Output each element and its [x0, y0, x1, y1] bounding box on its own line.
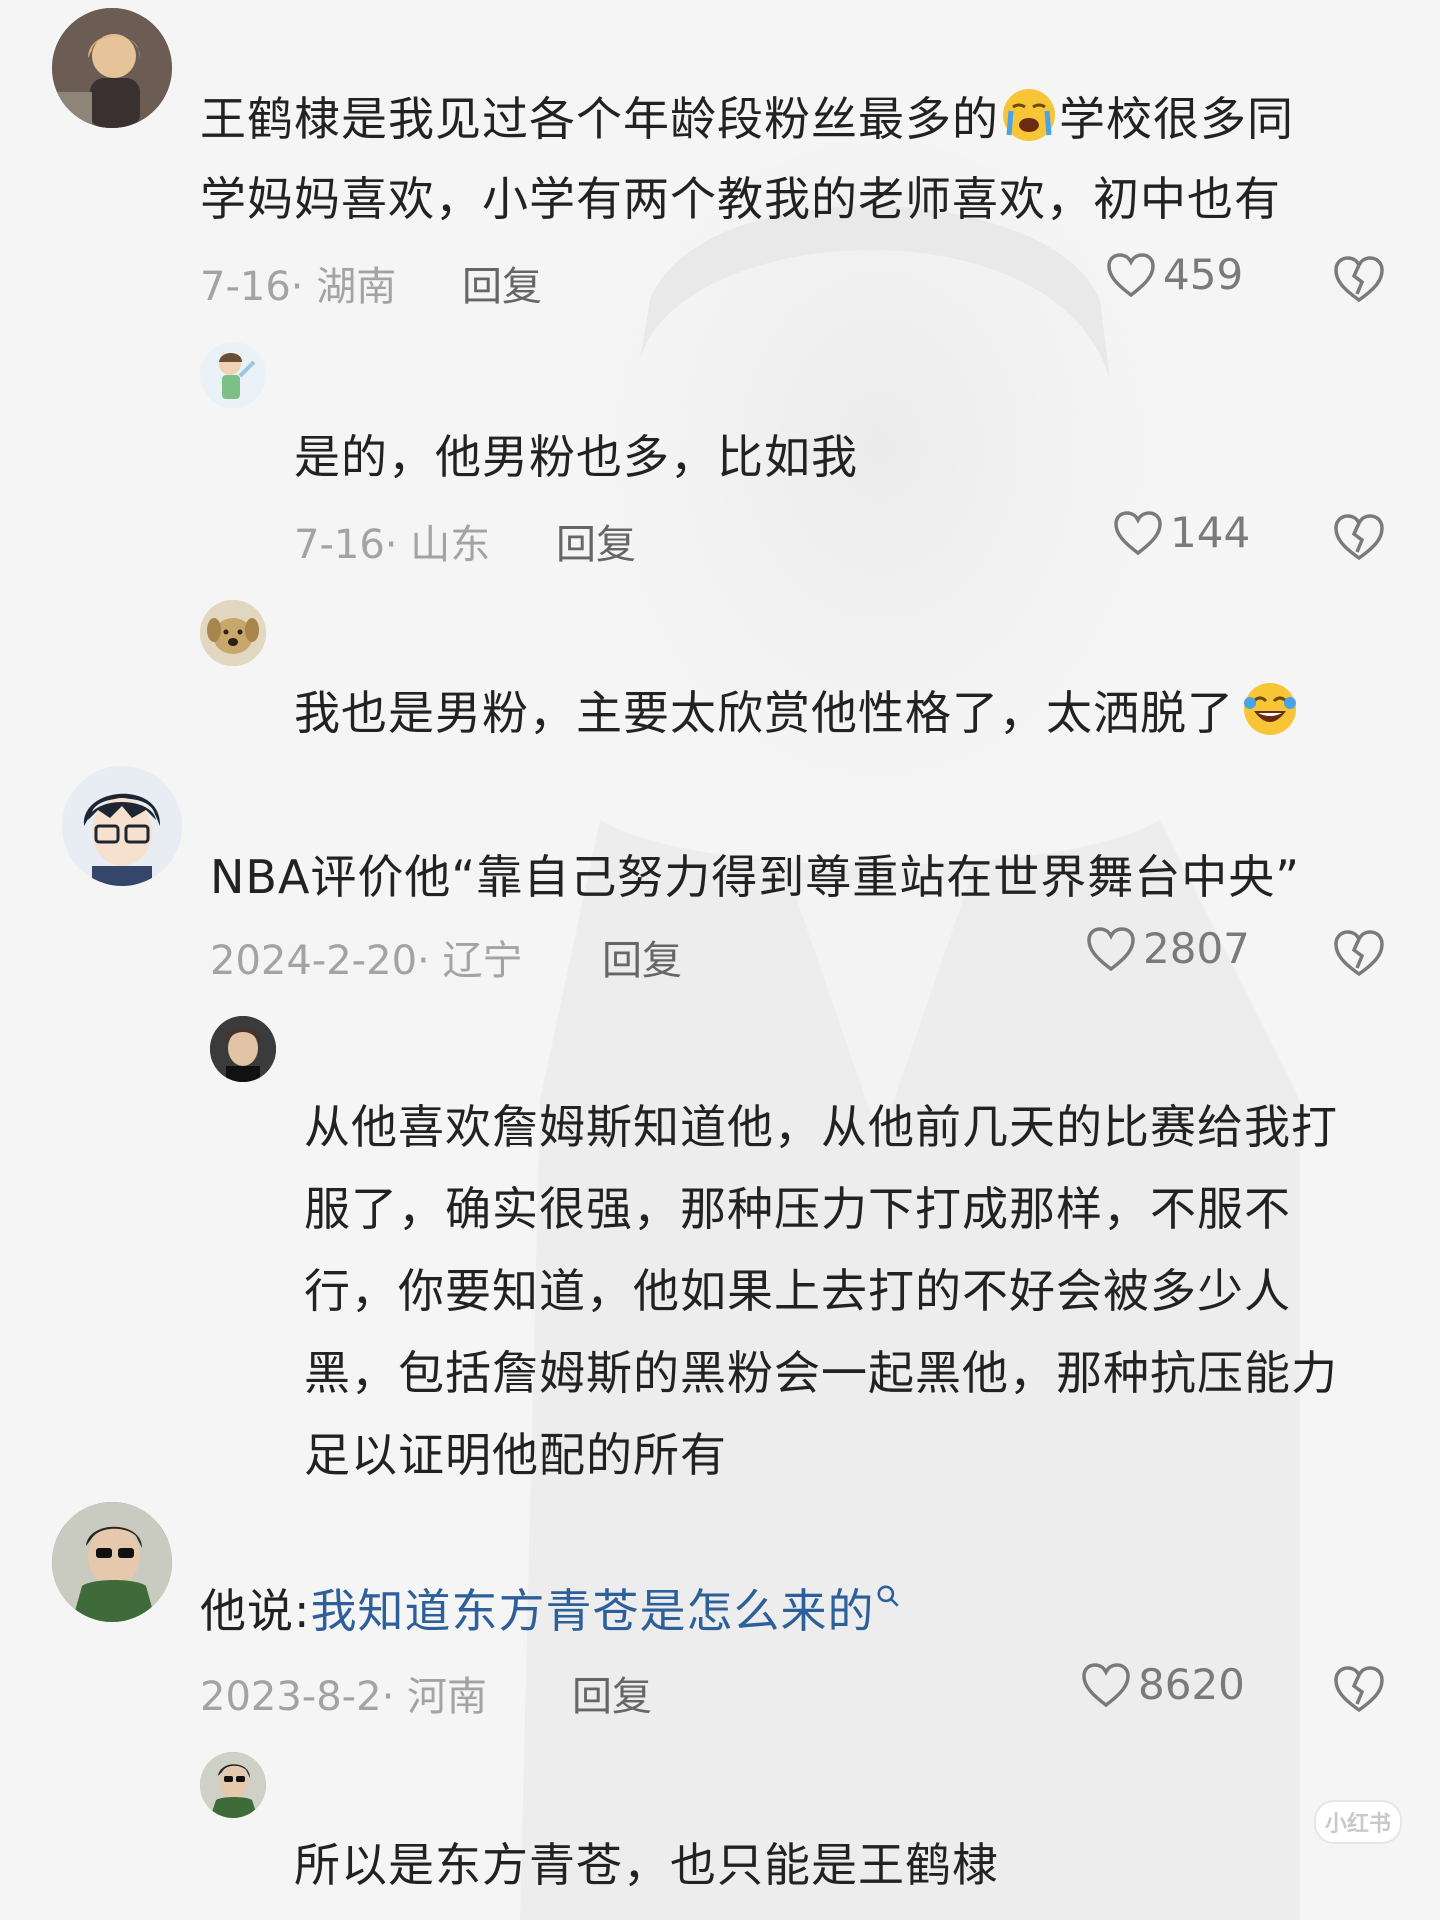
- like-count: 144: [1170, 508, 1251, 557]
- comment-thread: 王鹤棣是我见过各个年龄段粉丝最多的 学校很多同 学妈妈喜欢，小学有两个教我的老师…: [0, 0, 1440, 1920]
- comment-meta: 7-16· 湖南: [200, 264, 397, 310]
- broken-heart-icon[interactable]: [1332, 1664, 1386, 1714]
- comment-meta: 7-16· 山东: [294, 522, 491, 568]
- avatar[interactable]: [210, 1016, 276, 1082]
- heart-outline-icon: [1087, 926, 1135, 971]
- search-icon[interactable]: [875, 1583, 901, 1609]
- broken-heart-icon[interactable]: [1332, 928, 1386, 978]
- broken-heart-icon[interactable]: [1332, 254, 1386, 304]
- crying-emoji-icon: [1003, 89, 1055, 141]
- reply-button[interactable]: 回复: [602, 928, 682, 986]
- reply-text-line: 行，你要知道，他如果上去打的不好会被多少人: [304, 1264, 1291, 1318]
- avatar[interactable]: [52, 8, 172, 128]
- comment-text-prefix: 他说:: [200, 1584, 311, 1638]
- broken-heart-icon[interactable]: [1332, 512, 1386, 562]
- comment-text: 他说:我知道东方青苍是怎么来的: [200, 1570, 901, 1652]
- like-button[interactable]: 8620: [1080, 1660, 1245, 1709]
- like-button[interactable]: 144: [1112, 508, 1250, 557]
- watermark-logo: 小红书: [1314, 1800, 1402, 1844]
- comment-text: NBA评价他“靠自己努力得到尊重站在世界舞台中央”: [210, 850, 1301, 904]
- reply-text-part: 我也是男粉，主要太欣赏他性格了，太洒脱了: [294, 686, 1234, 740]
- heart-outline-icon: [1082, 1662, 1130, 1707]
- like-button[interactable]: 2807: [1085, 924, 1250, 973]
- avatar[interactable]: [200, 1752, 266, 1818]
- comment-text: 王鹤棣是我见过各个年龄段粉丝最多的 学校很多同: [200, 78, 1294, 160]
- avatar[interactable]: [200, 342, 266, 408]
- reply-text-line: 黑，包括詹姆斯的黑粉会一起黑他，那种抗压能力: [304, 1346, 1338, 1400]
- topic-link[interactable]: 我知道东方青苍是怎么来的: [311, 1584, 875, 1638]
- comment-meta: 2024-2-20· 辽宁: [210, 938, 523, 984]
- avatar[interactable]: [200, 600, 266, 666]
- comment-text-part: 王鹤棣是我见过各个年龄段粉丝最多的: [200, 92, 999, 146]
- comment-meta: 2023-8-2· 河南: [200, 1674, 487, 1720]
- heart-outline-icon: [1114, 510, 1162, 555]
- reply-button[interactable]: 回复: [556, 512, 636, 570]
- like-count: 2807: [1143, 924, 1250, 973]
- like-count: 459: [1163, 250, 1244, 299]
- like-button[interactable]: 459: [1105, 250, 1243, 299]
- reply-text-line: 服了，确实很强，那种压力下打成那样，不服不: [304, 1182, 1291, 1236]
- reply-text-line: 足以证明他配的所有: [304, 1428, 727, 1482]
- comment-text-part: 学校很多同: [1059, 92, 1294, 146]
- reply-text-line: 从他喜欢詹姆斯知道他，从他前几天的比赛给我打: [304, 1100, 1338, 1154]
- reply-text: 我也是男粉，主要太欣赏他性格了，太洒脱了: [294, 672, 1300, 754]
- laughing-emoji-icon: [1244, 683, 1296, 735]
- reply-text: 所以是东方青苍，也只能是王鹤棣: [294, 1838, 999, 1892]
- reply-button[interactable]: 回复: [462, 254, 542, 312]
- heart-outline-icon: [1107, 252, 1155, 297]
- like-count: 8620: [1138, 1660, 1245, 1709]
- avatar[interactable]: [52, 1502, 172, 1622]
- avatar[interactable]: [62, 766, 182, 886]
- reply-button[interactable]: 回复: [572, 1664, 652, 1722]
- reply-text: 是的，他男粉也多，比如我: [294, 430, 858, 484]
- comment-text-line: 学妈妈喜欢，小学有两个教我的老师喜欢，初中也有: [200, 172, 1281, 226]
